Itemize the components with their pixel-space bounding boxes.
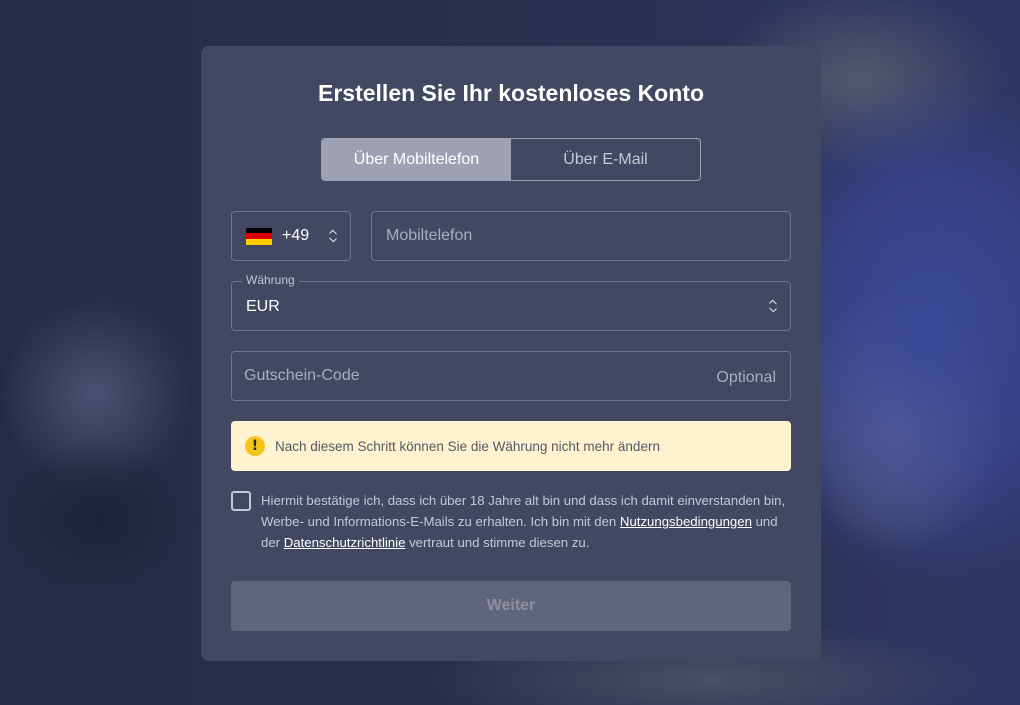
chevron-updown-icon xyxy=(768,299,778,313)
continue-button[interactable]: Weiter xyxy=(231,581,791,631)
privacy-link[interactable]: Datenschutzrichtlinie xyxy=(284,535,406,550)
phone-field[interactable] xyxy=(371,211,791,261)
background-shape xyxy=(0,440,200,600)
currency-label: Währung xyxy=(242,273,299,287)
signup-method-tabs: Über Mobiltelefon Über E-Mail xyxy=(321,138,701,181)
country-code: +49 xyxy=(282,227,310,244)
signup-card: Erstellen Sie Ihr kostenloses Konto Über… xyxy=(201,46,821,661)
country-code-select[interactable]: +49 xyxy=(231,211,351,261)
terms-link[interactable]: Nutzungsbedingungen xyxy=(620,514,752,529)
chevron-updown-icon xyxy=(328,229,338,243)
warning-text: Nach diesem Schritt können Sie die Währu… xyxy=(275,438,660,454)
page-title: Erstellen Sie Ihr kostenloses Konto xyxy=(318,80,704,106)
exclamation-icon: ! xyxy=(245,436,265,456)
tab-email[interactable]: Über E-Mail xyxy=(511,139,700,180)
de-flag-icon xyxy=(246,227,272,245)
optional-hint: Optional xyxy=(716,369,776,386)
consent-row: Hiermit bestätige ich, dass ich über 18 … xyxy=(231,490,791,553)
currency-warning: ! Nach diesem Schritt können Sie die Wäh… xyxy=(231,421,791,471)
tab-mobile[interactable]: Über Mobiltelefon xyxy=(322,139,511,180)
currency-value: EUR xyxy=(246,298,280,315)
consent-checkbox[interactable] xyxy=(231,491,251,511)
consent-text-part: vertraut und stimme diesen zu. xyxy=(405,535,590,550)
voucher-input[interactable] xyxy=(244,367,717,385)
voucher-field[interactable]: Optional xyxy=(231,351,791,401)
consent-text: Hiermit bestätige ich, dass ich über 18 … xyxy=(261,490,791,553)
currency-select[interactable]: Währung EUR xyxy=(231,273,791,331)
phone-input[interactable] xyxy=(386,227,790,245)
